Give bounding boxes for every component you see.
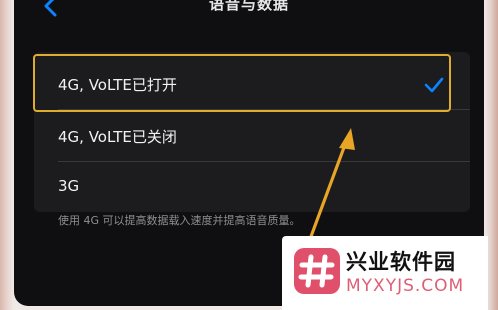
site-watermark: 兴业软件园 MYXYJS.COM — [282, 236, 488, 310]
option-label: 4G, VoLTE已关闭 — [58, 127, 177, 146]
footnote-text: 使用 4G 可以提高数据载入速度并提高语音质量。 — [58, 214, 301, 227]
page-title: 语音与数据 — [208, 0, 289, 13]
option-3g[interactable]: 3G — [34, 160, 470, 212]
watermark-name: 兴业软件园 — [346, 250, 456, 274]
option-label: 3G — [58, 177, 80, 195]
option-4g-volte-off[interactable]: 4G, VoLTE已关闭 — [34, 110, 470, 162]
highlight-box — [33, 54, 451, 112]
watermark-url: MYXYJS.COM — [346, 276, 465, 296]
navigation-bar: 语音与数据 — [14, 0, 484, 28]
hash-logo-icon — [294, 248, 340, 294]
